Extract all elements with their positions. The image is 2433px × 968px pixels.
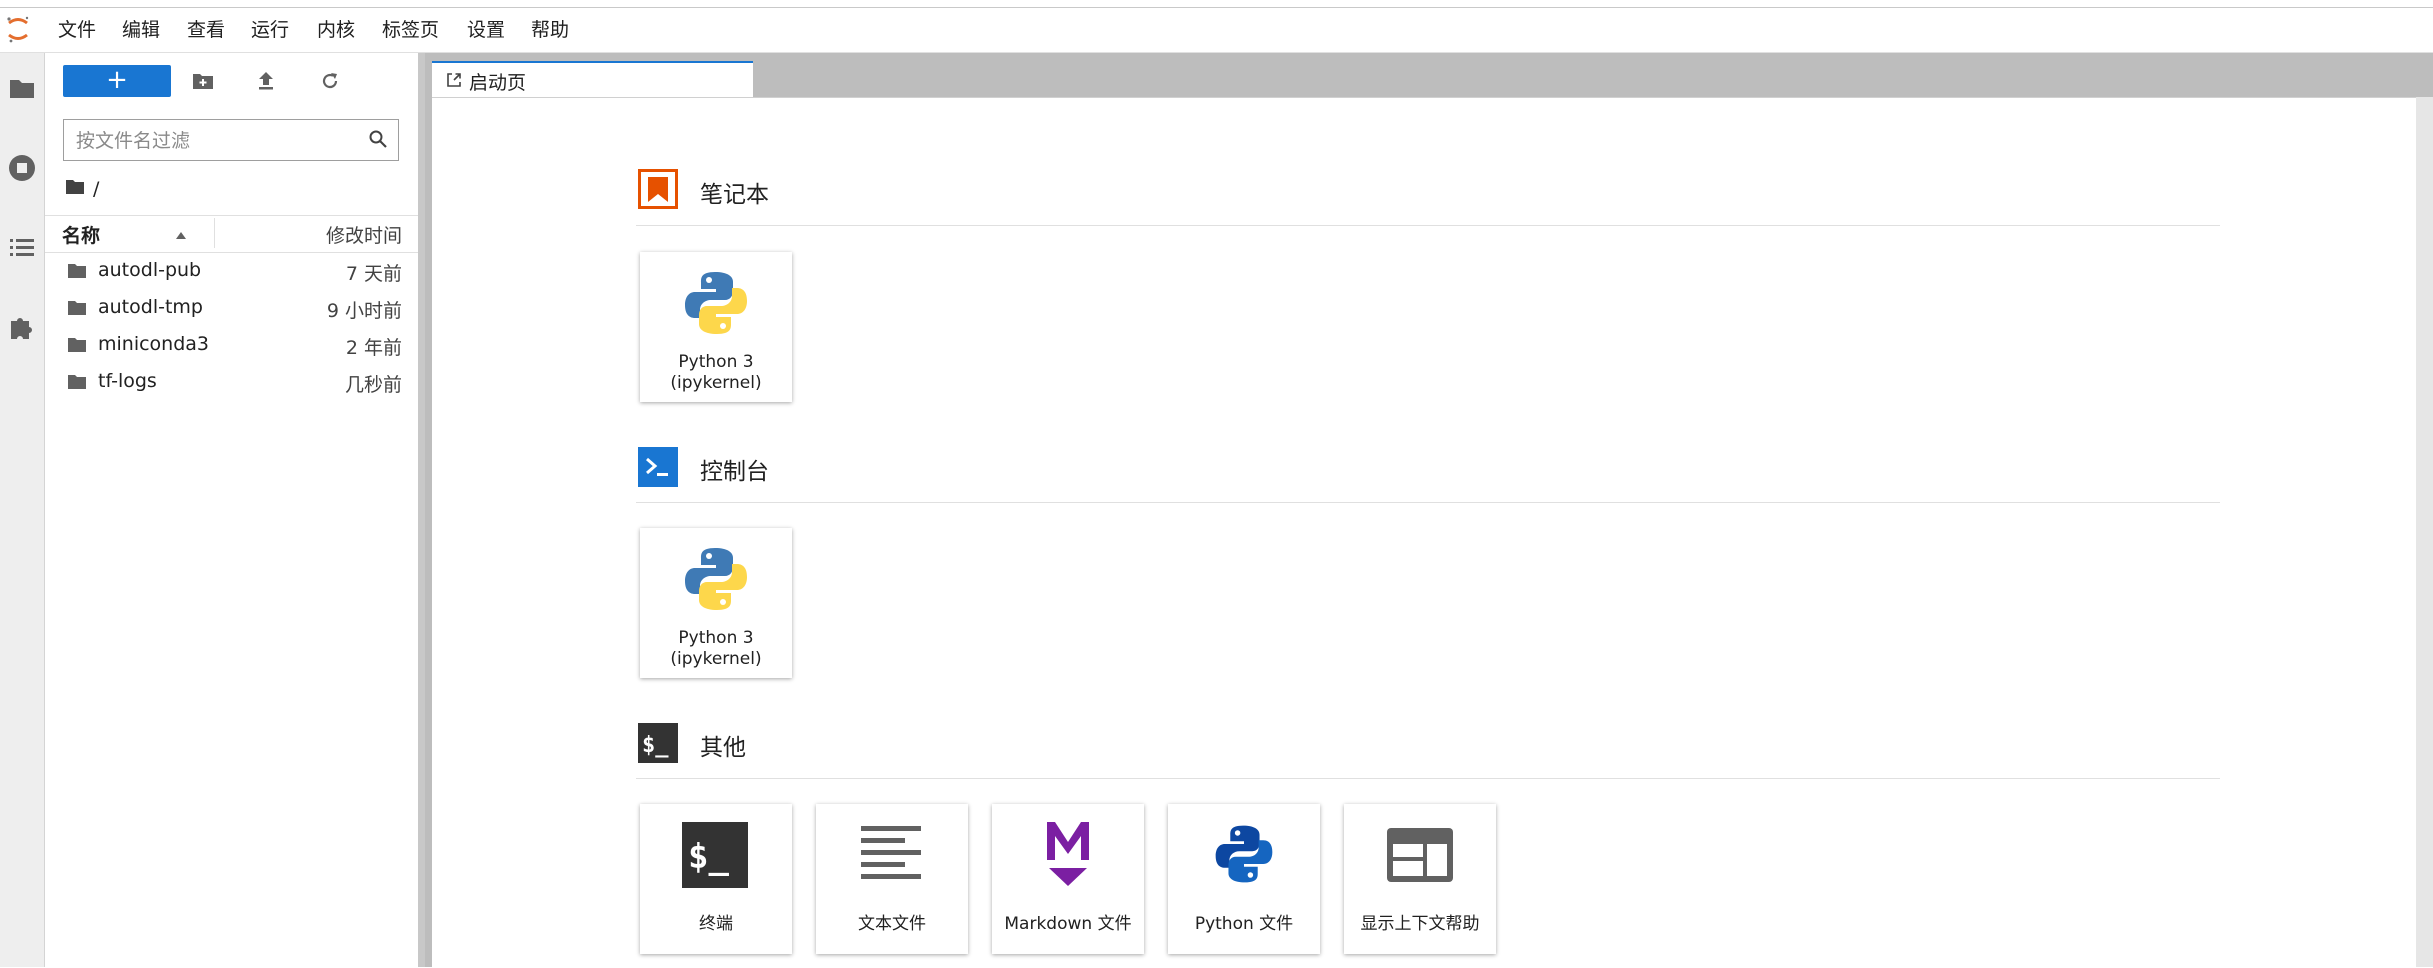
vertical-scrollbar[interactable] <box>2416 97 2433 967</box>
card-label-line1: Python 3 <box>678 628 754 648</box>
menu-help[interactable]: 帮助 <box>531 16 569 44</box>
file-name: autodl-pub <box>98 259 202 281</box>
breadcrumb[interactable]: / <box>65 176 99 202</box>
file-modified: 7 天前 <box>345 263 402 285</box>
extension-icon[interactable] <box>4 308 40 344</box>
menu-file[interactable]: 文件 <box>58 16 96 44</box>
contextual-help-icon <box>1387 828 1453 886</box>
file-name: autodl-tmp <box>98 296 203 318</box>
new-launcher-button[interactable]: + <box>63 65 171 97</box>
python-file-icon <box>1212 822 1276 890</box>
section-divider <box>636 778 2220 779</box>
file-filter-input[interactable] <box>74 120 358 162</box>
console-section-title: 控制台 <box>700 459 769 485</box>
card-label: Markdown 文件 <box>1004 914 1132 934</box>
card-label: 终端 <box>699 914 733 934</box>
card-label: Python 文件 <box>1194 914 1294 934</box>
card-label-line2: (ipykernel) <box>670 649 762 669</box>
running-icon[interactable] <box>4 150 40 186</box>
window-top-border <box>0 0 2433 8</box>
file-modified: 2 年前 <box>345 337 402 359</box>
other-section-icon: $_ <box>638 723 678 763</box>
toc-icon[interactable] <box>4 230 40 266</box>
console-section-icon <box>638 447 678 487</box>
python-file-card[interactable]: Python 文件 <box>1168 804 1320 954</box>
menu-run[interactable]: 运行 <box>251 16 289 44</box>
card-label-line1: Python 3 <box>678 352 754 372</box>
menu-settings[interactable]: 设置 <box>467 16 505 44</box>
python-logo-icon <box>681 544 751 618</box>
markdown-icon <box>1043 818 1093 894</box>
contextual-help-card[interactable]: 显示上下文帮助 <box>1344 804 1496 954</box>
terminal-icon: $_ <box>682 822 748 892</box>
column-name-header[interactable]: 名称 <box>62 221 186 248</box>
card-label: 文本文件 <box>858 914 926 934</box>
new-folder-icon[interactable] <box>188 66 218 96</box>
tab-launcher[interactable]: 启动页 <box>432 61 753 98</box>
section-divider <box>636 225 2220 226</box>
refresh-icon[interactable] <box>315 66 345 96</box>
menu-edit[interactable]: 编辑 <box>122 16 160 44</box>
breadcrumb-root[interactable]: / <box>93 178 99 200</box>
activity-bar <box>0 53 45 967</box>
column-divider[interactable] <box>214 218 215 248</box>
upload-icon[interactable] <box>251 66 281 96</box>
other-section-title: 其他 <box>700 735 746 761</box>
file-name: miniconda3 <box>98 333 210 355</box>
terminal-card[interactable]: $_ 终端 <box>640 804 792 954</box>
breadcrumb-folder-icon <box>65 178 85 200</box>
folder-icon <box>67 337 87 353</box>
panel-resize-handle[interactable] <box>418 53 425 967</box>
text-file-card[interactable]: 文本文件 <box>816 804 968 954</box>
menu-kernel[interactable]: 内核 <box>317 16 355 44</box>
file-row-miniconda3[interactable]: miniconda3 2 年前 <box>45 327 418 364</box>
markdown-file-card[interactable]: Markdown 文件 <box>992 804 1144 954</box>
column-modified-header[interactable]: 修改时间 <box>290 221 402 248</box>
svg-text:$_: $_ <box>688 837 729 877</box>
jupyter-logo-icon <box>6 14 30 44</box>
menu-bar <box>0 8 2433 53</box>
file-modified: 9 小时前 <box>326 300 402 322</box>
file-row-autodl-tmp[interactable]: autodl-tmp 9 小时前 <box>45 290 418 327</box>
notebook-section-icon <box>638 169 678 209</box>
svg-text:$_: $_ <box>642 733 669 758</box>
text-file-icon <box>861 824 921 888</box>
folder-icon[interactable] <box>4 70 40 106</box>
menu-view[interactable]: 查看 <box>187 16 225 44</box>
folder-icon <box>67 374 87 390</box>
tab-label: 启动页 <box>469 72 527 94</box>
file-name: tf-logs <box>98 370 157 392</box>
notebook-section-title: 笔记本 <box>700 182 769 208</box>
folder-icon <box>67 263 87 279</box>
notebook-python3-card[interactable]: Python 3 (ipykernel) <box>640 252 792 402</box>
card-label: 显示上下文帮助 <box>1360 914 1480 934</box>
file-browser-panel <box>45 53 418 967</box>
python-logo-icon <box>681 268 751 342</box>
file-filter-field[interactable] <box>63 119 399 162</box>
section-divider <box>636 502 2220 503</box>
file-row-tf-logs[interactable]: tf-logs 几秒前 <box>45 364 418 401</box>
sort-ascending-icon <box>174 225 188 247</box>
console-python3-card[interactable]: Python 3 (ipykernel) <box>640 528 792 678</box>
card-label-line2: (ipykernel) <box>670 373 762 393</box>
search-icon <box>368 129 388 153</box>
folder-icon <box>67 300 87 316</box>
file-modified: 几秒前 <box>344 374 402 396</box>
menu-tabs[interactable]: 标签页 <box>382 16 439 44</box>
launcher-tab-icon <box>446 72 462 92</box>
file-row-autodl-pub[interactable]: autodl-pub 7 天前 <box>45 253 418 290</box>
